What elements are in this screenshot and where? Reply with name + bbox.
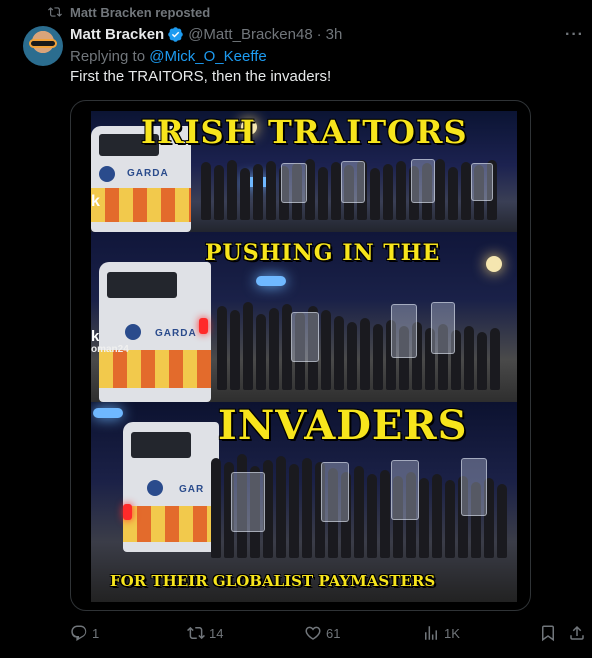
reply-count: 1 <box>92 625 100 641</box>
reply-button[interactable]: 1 <box>70 624 99 642</box>
like-count: 61 <box>326 625 341 641</box>
van-label: GARDA <box>127 168 169 179</box>
reply-icon <box>71 625 87 641</box>
media-panel-3: GAR INVADERS FOR THEIR GLOBALIST PAYMAST… <box>91 402 517 602</box>
more-icon[interactable]: ··· <box>565 26 584 44</box>
tweet-text: First the TRAITORS, then the invaders! <box>70 68 332 85</box>
separator-dot: · <box>316 25 322 43</box>
avatar[interactable] <box>23 26 63 66</box>
media-image[interactable]: GARDA k IRISH TRAITORS GARDA k oman24 PU… <box>70 100 531 611</box>
views-icon <box>425 626 437 640</box>
repost-icon <box>187 626 205 640</box>
repost-icon <box>48 7 62 17</box>
views-button[interactable]: 1K <box>422 624 460 642</box>
author-handle[interactable]: @Matt_Bracken48 <box>188 26 312 43</box>
repost-button[interactable]: 14 <box>187 624 223 642</box>
caption-invaders: INVADERS <box>218 402 468 449</box>
repost-header[interactable]: Matt Bracken reposted <box>48 3 210 21</box>
share-button[interactable] <box>568 624 586 642</box>
caption-pushing-in-the: PUSHING IN THE <box>205 240 441 266</box>
caption-irish-traitors: IRISH TRAITORS <box>141 113 468 151</box>
verified-icon <box>168 26 183 42</box>
like-button[interactable]: 61 <box>304 624 340 642</box>
bookmark-icon <box>542 625 554 642</box>
media-panel-1: GARDA k IRISH TRAITORS <box>91 111 517 232</box>
timestamp[interactable]: 3h <box>326 26 343 43</box>
action-bar: 1 14 61 1K <box>70 624 592 644</box>
repost-count: 14 <box>209 625 224 641</box>
caption-globalist-paymasters: FOR THEIR GLOBALIST PAYMASTERS <box>110 572 436 590</box>
bookmark-button[interactable] <box>539 624 557 642</box>
like-icon <box>305 626 321 640</box>
repost-text[interactable]: Matt Bracken reposted <box>70 5 210 20</box>
van-label: GARDA <box>155 328 197 339</box>
replying-to: Replying to @Mick_O_Keeffe <box>70 48 267 65</box>
author-name[interactable]: Matt Bracken <box>70 26 164 43</box>
watermark-text: k <box>91 328 100 345</box>
replying-to-prefix: Replying to <box>70 48 146 65</box>
van-label: GAR <box>179 484 205 495</box>
reply-mention-link[interactable]: @Mick_O_Keeffe <box>149 48 267 65</box>
share-icon <box>570 625 584 640</box>
views-count: 1K <box>444 625 460 641</box>
tweet-header: Matt Bracken @Matt_Bracken48 · 3h <box>70 24 592 44</box>
watermark-text: k <box>91 193 100 210</box>
media-panel-2: GARDA k oman24 PUSHING IN THE <box>91 232 517 402</box>
watermark-text: oman24 <box>91 344 129 355</box>
